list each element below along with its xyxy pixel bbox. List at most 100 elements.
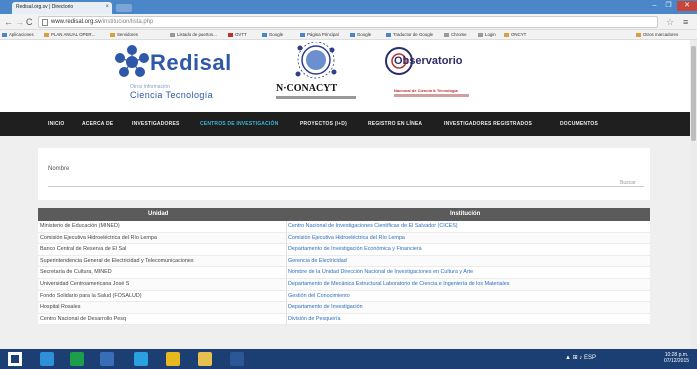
nav-item[interactable]: INVESTIGADORES REGISTRADOS	[444, 121, 532, 127]
minimize-button[interactable]: –	[647, 1, 662, 11]
observatorio-logo[interactable]: Observatorio Nacional de Ciencia & Tecno…	[384, 42, 474, 104]
bookmark-label: Traductor de Google	[393, 32, 434, 37]
bookmark-folder-icon	[170, 32, 175, 37]
new-tab-button[interactable]	[116, 4, 132, 12]
bookmark-folder-icon	[44, 32, 49, 37]
bookmark-item[interactable]: Google	[350, 32, 371, 37]
nav-item[interactable]: DOCUMENTOS	[560, 121, 598, 127]
nav-item[interactable]: INICIO	[48, 121, 64, 127]
word-icon[interactable]	[230, 352, 244, 366]
institucion-link[interactable]: Nombre de la Unidad Dirección Nacional d…	[288, 269, 648, 275]
taskbar-clock[interactable]: 10:28 p.m. 07/12/2015	[664, 352, 689, 364]
table-row: Secretaría de Cultura, MINED Nombre de la…	[38, 267, 650, 279]
unidad-cell: Centro Nacional de Desarrollo Pesq	[40, 315, 126, 322]
search-button[interactable]: Buscar	[620, 180, 636, 186]
institucion-link[interactable]: Centro Nacional de Investigaciones Cient…	[288, 223, 648, 229]
media-icon[interactable]	[100, 352, 114, 366]
nav-item[interactable]: INVESTIGADORES	[132, 121, 180, 127]
toolbar: ← → C www.redisal.org.sv/institucion/lis…	[0, 14, 697, 30]
nav-item[interactable]: PROYECTOS (I+D)	[300, 121, 347, 127]
page-scrollbar[interactable]	[690, 40, 697, 349]
bookmark-label: OVTT	[235, 32, 247, 37]
bookmark-label: Listado de puertos...	[177, 32, 217, 37]
page-icon	[42, 19, 48, 26]
redisal-logo-tagline: Ciencia Tecnología	[130, 90, 214, 100]
address-input[interactable]: www.redisal.org.sv/institucion/lista.php	[38, 16, 658, 28]
system-tray[interactable]: ▲ ⊞ ♪ ESP	[565, 354, 596, 361]
scrollbar-thumb[interactable]	[691, 46, 696, 141]
nav-item[interactable]: REGISTRO EN LÍNEA	[368, 121, 422, 127]
redisal-logo[interactable]: Redisal Otros Información Ciencia Tecnol…	[112, 44, 267, 104]
bookmark-folder-icon	[386, 32, 391, 37]
reload-button[interactable]: C	[26, 16, 33, 28]
table-row: Centro Nacional de Desarrollo Pesq Divisi…	[38, 313, 650, 326]
column-header-unidad[interactable]: Unidad	[148, 211, 168, 217]
bookmark-label: Servidores	[117, 32, 138, 37]
unidad-cell: Secretaría de Cultura, MINED	[40, 269, 112, 276]
conacyt-logo[interactable]: N·CONACYT	[268, 42, 358, 104]
observatorio-caption	[394, 94, 469, 97]
column-divider	[286, 290, 287, 302]
bookmark-item[interactable]: Chrome	[444, 32, 467, 37]
bookmark-item[interactable]: Login	[478, 32, 496, 37]
menu-icon[interactable]: ≡	[683, 16, 688, 28]
institucion-link[interactable]: Departamento de Investigación Económica …	[288, 246, 648, 252]
institucion-link[interactable]: Gestión del Conocimiento	[288, 293, 648, 299]
bookmark-folder-icon	[262, 32, 267, 37]
bookmark-folder-icon	[636, 32, 641, 37]
table-row: Superintendencia General de Electricidad…	[38, 255, 650, 268]
site-header: Redisal Otros Información Ciencia Tecnol…	[0, 40, 690, 108]
bookmark-folder-icon	[444, 32, 449, 37]
chrome-icon[interactable]	[166, 352, 180, 366]
institucion-link[interactable]: Gerencia de Electricidad	[288, 258, 648, 264]
conacyt-caption	[276, 96, 356, 99]
nav-item[interactable]: CENTROS DE INVESTIGACIÓN	[200, 121, 278, 127]
bookmark-item[interactable]: Listado de puertos...	[170, 32, 217, 37]
bookmark-label: PLAN ANUAL OPER...	[51, 32, 96, 37]
institucion-link[interactable]: División de Pesquería	[288, 316, 648, 322]
bookmark-label: Página Principal	[307, 32, 339, 37]
url-host: www.redisal.org.sv	[51, 19, 102, 25]
unidad-cell: Fondo Solidario para la Salud (FOSALUD)	[40, 292, 142, 299]
bookmark-item[interactable]: Google	[262, 32, 283, 37]
column-divider	[286, 302, 287, 313]
browser-tab[interactable]: Redisal.org.sv | Directorio ×	[12, 2, 112, 14]
bookmark-star-icon[interactable]: ☆	[666, 16, 674, 28]
maximize-button[interactable]: ❐	[661, 1, 676, 11]
tab-close-icon[interactable]: ×	[105, 4, 109, 10]
institucion-link[interactable]: Departamento de Investigación	[288, 304, 648, 310]
main-content: Nombre Buscar Unidad Institución Ministe…	[0, 136, 690, 349]
column-divider	[286, 267, 287, 278]
network-globe-icon	[115, 45, 149, 77]
bookmark-item[interactable]: OVTT	[228, 32, 247, 37]
browser-window: Redisal.org.sv | Directorio × – ❐ ✕ ← → …	[0, 0, 697, 369]
file-explorer-icon[interactable]	[198, 352, 212, 366]
store-icon[interactable]	[70, 352, 84, 366]
pen-tool-icon[interactable]	[134, 352, 148, 366]
bookmark-folder-icon	[228, 32, 233, 37]
institucion-link[interactable]: Departamento de Mecánica Estructural Lab…	[288, 281, 648, 287]
forward-button[interactable]: →	[15, 16, 24, 28]
bookmark-item[interactable]: Servidores	[110, 32, 138, 37]
windows-start-icon[interactable]	[8, 352, 22, 366]
column-divider	[286, 255, 287, 267]
bookmark-item[interactable]: Página Principal	[300, 32, 339, 37]
column-header-institucion[interactable]: Institución	[450, 211, 480, 217]
bookmark-item[interactable]: Traductor de Google	[386, 32, 433, 37]
nav-item[interactable]: ACERCA DE	[82, 121, 113, 127]
bookmark-label: Google	[269, 32, 284, 37]
bookmark-item[interactable]: ONCYT	[504, 32, 526, 37]
bookmarks-bar: Aplicaciones PLAN ANUAL OPER... Servidores…	[0, 30, 697, 40]
institucion-link[interactable]: Comisión Ejecutiva Hidroeléctrica del Rí…	[288, 235, 648, 241]
search-input[interactable]	[48, 186, 644, 187]
bookmark-item[interactable]: Otros marcadores	[636, 32, 678, 37]
table-row: Ministerio de Educación (MINED) Centro Na…	[38, 221, 650, 233]
table-header: Unidad Institución	[38, 208, 650, 221]
bookmark-item[interactable]: PLAN ANUAL OPER...	[44, 32, 95, 37]
bookmark-item[interactable]: Aplicaciones	[2, 32, 34, 37]
column-divider	[286, 221, 287, 232]
back-button[interactable]: ←	[4, 16, 13, 28]
internet-explorer-icon[interactable]	[40, 352, 54, 366]
title-bar: Redisal.org.sv | Directorio × – ❐ ✕	[0, 0, 697, 14]
close-window-button[interactable]: ✕	[677, 1, 697, 11]
